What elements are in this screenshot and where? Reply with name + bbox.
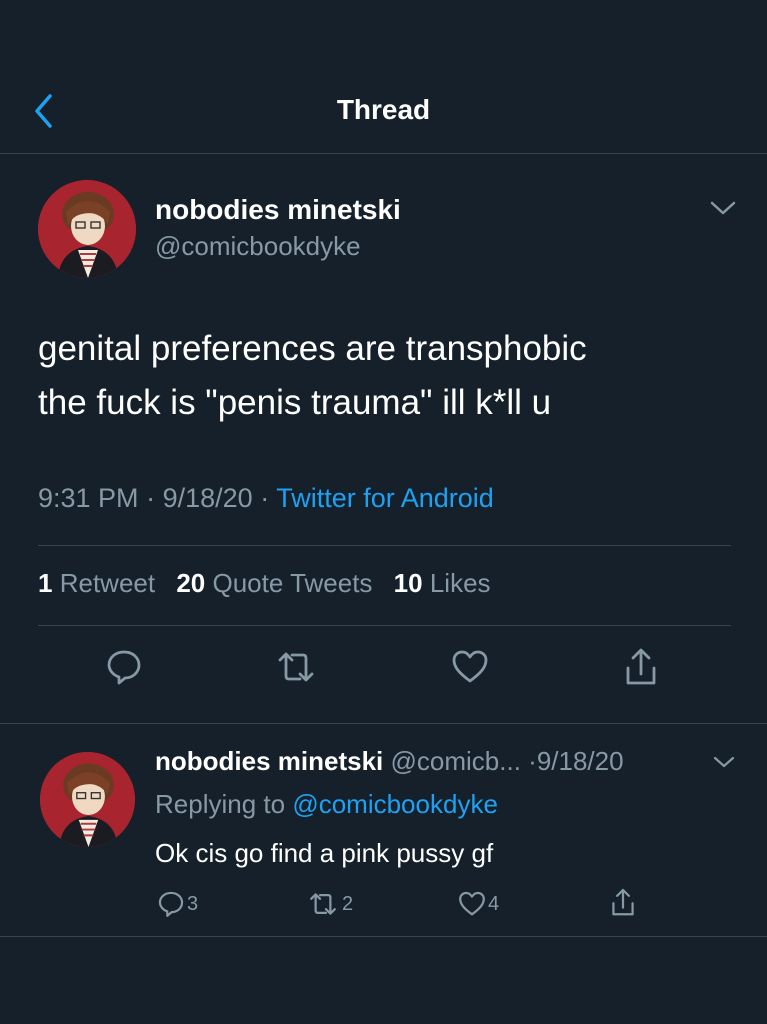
tweet-date: 9/18/20 [162,483,253,513]
quotes-label: Quote Tweets [212,568,373,598]
tweet-time: 9:31 PM [38,483,139,513]
tweet-date: ·9/18/20 [528,746,624,776]
replying-to: Replying to @comicbookdyke [155,789,498,820]
like-count: 4 [488,892,500,915]
likes-stat[interactable]: 10 Likes [394,568,505,598]
retweets-count: 1 [38,568,53,598]
reply-header: nobodies minetski @comicb... ·9/18/20 [155,746,624,777]
display-name[interactable]: nobodies minetski [155,194,401,226]
retweet-count: 2 [342,892,354,915]
reply-count: 3 [187,892,199,915]
retweet-button[interactable] [274,648,318,686]
avatar[interactable] [40,752,135,847]
reply-icon [158,891,184,917]
reply-button[interactable]: 3 [157,890,198,918]
page-title: Thread [336,94,431,125]
avatar-image [38,180,136,278]
retweet-icon [310,893,336,915]
tweet-text-line: the fuck is "penis trauma" ill k*ll u [38,383,552,422]
quotes-stat[interactable]: 20 Quote Tweets [176,568,386,598]
like-button[interactable]: 4 [458,890,499,918]
share-button[interactable] [622,646,660,688]
display-name[interactable]: nobodies minetski [155,746,383,776]
divider [0,723,767,724]
tweet-meta: 9:31 PM · 9/18/20 · Twitter for Android [38,483,494,514]
likes-count: 10 [393,568,423,598]
avatar[interactable] [38,180,136,278]
reply-icon [107,650,141,685]
replying-to-label: Replying to [155,789,286,819]
retweets-stat[interactable]: 1 Retweet [38,568,169,598]
share-icon [626,648,656,685]
chevron-down-icon [710,201,736,215]
heart-icon [459,891,485,916]
client-link[interactable]: Twitter for Android [276,483,494,513]
username[interactable]: @comicbookdyke [155,231,361,262]
username[interactable]: @comicb... [391,746,521,776]
meta-separator: · [260,483,270,513]
like-button[interactable] [451,648,489,686]
more-options-button[interactable] [708,196,738,220]
share-icon [612,888,634,916]
divider [38,625,731,626]
divider [0,936,767,937]
divider [38,545,731,546]
chevron-down-icon [713,756,735,768]
heart-icon [452,650,488,683]
retweet-button[interactable]: 2 [306,890,353,918]
more-options-button[interactable] [712,753,736,771]
header-bar: Thread [0,0,767,154]
replying-to-handle[interactable]: @comicbookdyke [292,789,498,819]
quotes-count: 20 [176,568,206,598]
meta-separator: · [146,483,156,513]
tweet-text-line: genital preferences are transphobic [38,329,587,368]
likes-label: Likes [429,568,491,598]
tweet-text: genital preferences are transphobic the … [38,322,738,430]
retweet-icon [278,652,314,682]
retweets-label: Retweet [59,568,156,598]
tweet-stats: 1 Retweet 20 Quote Tweets 10 Likes [38,568,505,599]
reply-button[interactable] [105,648,143,686]
avatar-image [40,752,135,847]
reply-text: Ok cis go find a pink pussy gf [155,838,494,868]
share-button[interactable] [609,887,637,918]
